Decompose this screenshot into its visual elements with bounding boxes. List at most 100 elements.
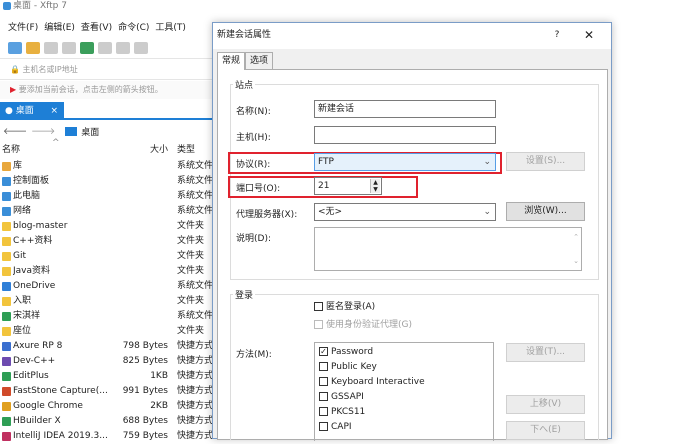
file-name: 入职 (13, 296, 32, 306)
open-folder-icon[interactable] (26, 41, 40, 54)
list-item[interactable]: HBuilder X 688 Bytes 快捷方式 (0, 414, 212, 429)
file-name: 库 (13, 161, 23, 171)
file-type: 文件夹 (177, 326, 205, 336)
file-icon (2, 432, 11, 441)
list-item[interactable]: 库 系统文件 (0, 159, 212, 174)
forward-icon[interactable]: 🡒 (31, 126, 55, 137)
scroll-down-icon[interactable]: ⌄ (573, 253, 579, 269)
menu-command[interactable]: 命令(C) (118, 20, 149, 33)
new-session-icon[interactable] (8, 41, 22, 54)
file-type: 系统文件 (177, 191, 212, 201)
auth-agent-checkbox[interactable]: 使用身份验证代理(G) (314, 318, 412, 333)
tab-desktop[interactable]: ● 桌面 × (0, 102, 64, 120)
list-item[interactable]: C++资料 文件夹 (0, 234, 212, 249)
file-type: 快捷方式 (177, 401, 212, 411)
port-stepper[interactable]: ▲ ▼ (370, 179, 380, 193)
method-gssapi[interactable]: GSSAPI (319, 390, 489, 405)
file-type: 文件夹 (177, 251, 205, 261)
list-item[interactable]: IntelliJ IDEA 2019.3... 759 Bytes 快捷方式 (0, 429, 212, 444)
host-input[interactable] (314, 126, 496, 144)
file-size: 798 Bytes (122, 341, 168, 351)
file-type: 文件夹 (177, 221, 205, 231)
menu-view[interactable]: 查看(V) (81, 20, 112, 33)
list-item[interactable]: 此电脑 系统文件 (0, 189, 212, 204)
list-item[interactable]: Axure RP 8 798 Bytes 快捷方式 (0, 339, 212, 354)
dialog-title-bar: 新建会话属性 ? ✕ (213, 23, 611, 49)
file-type: 系统文件 (177, 176, 212, 186)
file-type: 快捷方式 (177, 341, 212, 351)
list-item[interactable]: Java资料 文件夹 (0, 264, 212, 279)
protocol-value: FTP (318, 157, 334, 167)
list-item[interactable]: 宋淇祥 系统文件 (0, 309, 212, 324)
file-icon (2, 177, 11, 186)
protocol-select[interactable]: FTP ⌄ (314, 153, 496, 171)
session-hint-bar: ▶ 要添加当前会话，点击左侧的箭头按钮。 (0, 81, 212, 99)
column-type[interactable]: 类型 (177, 142, 195, 155)
address-bar[interactable]: 🔒 主机名或IP地址 (0, 60, 212, 80)
disconnect-icon[interactable] (62, 41, 76, 54)
desktop-folder-icon (65, 126, 78, 136)
transfer-icon[interactable] (80, 41, 94, 54)
column-size[interactable]: 大小 (150, 142, 168, 155)
list-item[interactable]: OneDrive 系统文件 (0, 279, 212, 294)
scroll-up-icon[interactable]: ⌃ (573, 229, 579, 245)
tab-options[interactable]: 选项 (245, 52, 274, 69)
file-icon (2, 327, 11, 336)
anonymous-login-checkbox[interactable]: 匿名登录(A) (314, 300, 375, 315)
list-item[interactable]: 网络 系统文件 (0, 204, 212, 219)
site-group-label: 站点 (233, 78, 256, 91)
check-icon: ✓ (319, 347, 328, 356)
list-item[interactable]: blog-master 文件夹 (0, 219, 212, 234)
list-item[interactable]: Git 文件夹 (0, 249, 212, 264)
description-label: 说明(D): (236, 234, 271, 244)
method-pkcs11[interactable]: PKCS11 (319, 405, 489, 420)
file-icon (2, 297, 11, 306)
help-button[interactable]: ? (548, 23, 566, 47)
list-item[interactable]: 控制面板 系统文件 (0, 174, 212, 189)
tab-general[interactable]: 常规 (217, 52, 246, 70)
method-password[interactable]: ✓ Password (319, 345, 489, 360)
method-capi[interactable]: CAPI (319, 420, 489, 435)
checkbox-box (319, 422, 328, 431)
file-type: 快捷方式 (177, 431, 212, 441)
checkbox-box (319, 407, 328, 416)
file-size: 991 Bytes (122, 386, 168, 396)
method-list[interactable]: ✓ Password Public Key Keyboard Interactiv… (314, 342, 494, 441)
back-icon[interactable]: 🡐 (3, 126, 27, 137)
move-up-button[interactable]: 上移(V) (506, 395, 585, 414)
list-item[interactable]: FastStone Capture(... 991 Bytes 快捷方式 (0, 384, 212, 399)
menu-file[interactable]: 文件(F) (8, 20, 38, 33)
connect-icon[interactable] (44, 41, 58, 54)
sort-arrow-icon: ^ (52, 138, 60, 148)
browse-button[interactable]: 浏览(W)... (506, 202, 585, 221)
file-name: C++资料 (13, 236, 53, 246)
proxy-select[interactable]: <无> ⌄ (314, 203, 496, 221)
protocol-settings-button[interactable]: 设置(S)... (506, 152, 585, 171)
list-item[interactable]: Dev-C++ 825 Bytes 快捷方式 (0, 354, 212, 369)
path-label[interactable]: 桌面 (81, 125, 99, 138)
close-button[interactable]: ✕ (580, 23, 598, 47)
path-bar: 🡐 🡒 桌面 (0, 122, 212, 140)
menu-edit[interactable]: 编辑(E) (44, 20, 75, 33)
list-item[interactable]: 座位 文件夹 (0, 324, 212, 339)
column-name[interactable]: 名称 (2, 142, 20, 155)
description-textarea[interactable]: ⌃ ⌄ (314, 227, 582, 271)
method-keyboard-interactive[interactable]: Keyboard Interactive (319, 375, 489, 390)
port-input[interactable]: 21 ▲ ▼ (314, 177, 382, 195)
menu-tools[interactable]: 工具(T) (155, 20, 186, 33)
list-item[interactable]: Google Chrome 2KB 快捷方式 (0, 399, 212, 414)
file-size: 1KB (150, 371, 168, 381)
paste-icon[interactable] (134, 41, 148, 54)
list-item[interactable]: 入职 文件夹 (0, 294, 212, 309)
move-down-button[interactable]: 下へ(E) (506, 421, 585, 440)
method-label-text: CAPI (331, 422, 352, 432)
name-input[interactable]: 新建会话 (314, 100, 496, 118)
method-settings-button[interactable]: 设置(T)... (506, 343, 585, 362)
list-item[interactable]: EditPlus 1KB 快捷方式 (0, 369, 212, 384)
port-value: 21 (318, 181, 330, 191)
tab-close-icon[interactable]: × (50, 102, 58, 120)
view-icon[interactable] (98, 41, 112, 54)
chevron-down-icon: ⌄ (483, 157, 491, 167)
copy-icon[interactable] (116, 41, 130, 54)
method-public-key[interactable]: Public Key (319, 360, 489, 375)
